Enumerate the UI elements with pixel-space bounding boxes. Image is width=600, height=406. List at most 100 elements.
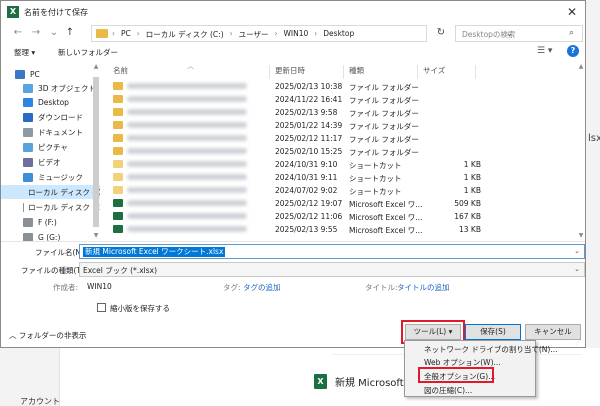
- close-button[interactable]: ✕: [561, 3, 583, 21]
- column-header-name[interactable]: 名前: [113, 63, 128, 79]
- nav-item-pc[interactable]: PC: [1, 67, 100, 81]
- file-type: ファイル フォルダー: [349, 83, 419, 92]
- chevron-down-icon[interactable]: ⌄: [574, 247, 580, 255]
- breadcrumb-win10[interactable]: WIN10: [283, 29, 308, 40]
- nav-item-drive-g[interactable]: G (G:): [1, 230, 100, 241]
- nav-item-3d-objects[interactable]: 3D オブジェクト: [1, 81, 100, 95]
- nav-pane-scrollbar[interactable]: ▲ ▼: [92, 63, 100, 241]
- shortcut-icon: [113, 173, 123, 181]
- scroll-up-icon[interactable]: ▲: [577, 63, 585, 70]
- file-type: Microsoft Excel ワ...: [349, 200, 423, 209]
- nav-item-desktop[interactable]: Desktop: [1, 95, 100, 109]
- pictures-icon: [23, 142, 33, 152]
- recent-locations-chevron-icon[interactable]: ⌄: [47, 26, 61, 40]
- file-row[interactable]: 2024/10/31 9:11 ショートカット 1 KB: [103, 171, 573, 184]
- file-name-blurred: [127, 161, 247, 167]
- save-thumbnail-checkbox[interactable]: [97, 303, 106, 312]
- dialog-toolbar: 整理 ▾ 新しいフォルダー ☰ ▾ ?: [1, 44, 585, 61]
- save-button[interactable]: 保存(S): [465, 324, 521, 340]
- filetype-select[interactable]: Excel ブック (*.xlsx) ⌄: [79, 262, 585, 277]
- nav-label: ローカル ディスク (C: [28, 187, 100, 197]
- shortcut-icon: [113, 160, 123, 168]
- organize-button[interactable]: 整理 ▾: [14, 47, 35, 58]
- forward-arrow-icon[interactable]: →: [29, 26, 43, 40]
- nav-item-videos[interactable]: ビデオ: [1, 155, 100, 169]
- new-folder-button[interactable]: 新しいフォルダー: [58, 47, 118, 58]
- file-row[interactable]: 2025/02/12 11:06 Microsoft Excel ワ... 167 …: [103, 210, 573, 223]
- file-row[interactable]: 2025/02/12 19:07 Microsoft Excel ワ... 509 …: [103, 197, 573, 210]
- nav-item-pictures[interactable]: ピクチャ: [1, 140, 100, 154]
- file-row[interactable]: 2024/10/31 9:10 ショートカット 1 KB: [103, 158, 573, 171]
- author-label: 作成者:: [53, 283, 79, 292]
- menu-item-map-network-drive[interactable]: ネットワーク ドライブの割り当て(N)...: [424, 344, 558, 355]
- file-type: ファイル フォルダー: [349, 96, 419, 105]
- folder-icon: [113, 108, 123, 116]
- column-divider[interactable]: [269, 65, 270, 79]
- file-modified: 2025/02/10 15:25: [275, 147, 343, 156]
- cancel-button[interactable]: キャンセル: [525, 324, 581, 340]
- column-header-type[interactable]: 種類: [349, 63, 364, 79]
- view-options-icon[interactable]: ☰ ▾: [537, 46, 552, 56]
- new-workbook-item[interactable]: X 新規 Microsoft: [314, 372, 404, 390]
- scroll-down-icon[interactable]: ▼: [577, 232, 585, 239]
- breadcrumb-local-disk[interactable]: ローカル ディスク (C:): [146, 29, 224, 40]
- search-placeholder: Desktopの検索: [462, 30, 516, 39]
- column-divider[interactable]: [343, 65, 344, 79]
- up-arrow-icon[interactable]: ↑: [63, 26, 77, 40]
- nav-item-local-disk-c[interactable]: ローカル ディスク (C: [1, 185, 100, 199]
- sort-chevron-up-icon: ︿: [187, 63, 194, 70]
- file-row[interactable]: 2025/01/22 14:39 ファイル フォルダー: [103, 119, 573, 132]
- file-row[interactable]: 2025/02/12 11:17 ファイル フォルダー: [103, 132, 573, 145]
- tags-link[interactable]: タグの追加: [243, 282, 281, 293]
- search-input[interactable]: Desktopの検索 ⌕: [455, 25, 583, 42]
- 3d-objects-icon: [23, 83, 33, 93]
- file-row[interactable]: 2025/02/10 15:25 ファイル フォルダー: [103, 145, 573, 158]
- nav-label: ピクチャ: [38, 142, 68, 152]
- file-name-blurred: [127, 135, 247, 141]
- file-list-scrollbar[interactable]: ▲ ▼: [577, 63, 585, 241]
- folder-icon: [113, 95, 123, 103]
- file-row[interactable]: 2025/02/13 9:55 Microsoft Excel ワ... 13 KB: [103, 223, 573, 236]
- breadcrumb-pc[interactable]: PC: [121, 29, 131, 40]
- filename-input[interactable]: 新規 Microsoft Excel ワークシート.xlsx ⌄: [79, 244, 585, 259]
- music-icon: [23, 172, 33, 182]
- refresh-icon[interactable]: ↻: [431, 26, 451, 40]
- file-name-blurred: [127, 213, 247, 219]
- file-row[interactable]: 2024/07/02 9:02 ショートカット 1 KB: [103, 184, 573, 197]
- scroll-down-icon[interactable]: ▼: [92, 232, 100, 239]
- hide-folders-button[interactable]: ︿ フォルダーの非表示: [9, 330, 86, 341]
- scrollbar-thumb[interactable]: [93, 77, 99, 227]
- column-divider[interactable]: [417, 65, 418, 79]
- chevron-down-icon[interactable]: ⌄: [574, 265, 580, 273]
- file-row[interactable]: 2025/02/13 10:38 ファイル フォルダー: [103, 80, 573, 93]
- help-icon[interactable]: ?: [567, 45, 579, 57]
- column-divider[interactable]: [475, 65, 476, 79]
- address-bar[interactable]: › PC › ローカル ディスク (C:) › ユーザー › WIN10 › D…: [91, 25, 513, 42]
- account-link[interactable]: アカウント: [20, 396, 60, 406]
- author-value[interactable]: WIN10: [87, 282, 112, 291]
- file-row[interactable]: 2024/11/22 16:41 ファイル フォルダー: [103, 93, 573, 106]
- nav-item-local-disk-e[interactable]: ローカル ディスク (E: [1, 200, 100, 214]
- back-arrow-icon[interactable]: ←: [11, 26, 25, 40]
- resize-grip-icon[interactable]: ⋰: [575, 339, 581, 346]
- menu-item-compress-pictures[interactable]: 図の圧縮(C)...: [424, 385, 472, 396]
- file-type: ショートカット: [349, 187, 402, 196]
- nav-item-documents[interactable]: ドキュメント: [1, 125, 100, 139]
- file-type: ショートカット: [349, 174, 402, 183]
- file-modified: 2025/02/13 9:55: [275, 225, 338, 234]
- scroll-up-icon[interactable]: ▲: [92, 63, 100, 70]
- file-row[interactable]: 2025/02/13 9:58 ファイル フォルダー: [103, 106, 573, 119]
- column-header-size[interactable]: サイズ: [423, 63, 445, 79]
- nav-label: PC: [30, 69, 40, 79]
- breadcrumb-sep: ›: [314, 29, 318, 38]
- nav-item-music[interactable]: ミュージック: [1, 170, 100, 184]
- nav-label: ダウンロード: [38, 112, 83, 122]
- column-header-modified[interactable]: 更新日時: [275, 63, 305, 79]
- excel-icon: [113, 225, 123, 233]
- title-link[interactable]: タイトルの追加: [397, 282, 450, 293]
- file-size: 1 KB: [463, 160, 481, 169]
- nav-item-drive-f[interactable]: F (F:): [1, 215, 100, 229]
- nav-item-downloads[interactable]: ダウンロード: [1, 110, 100, 124]
- breadcrumb-desktop[interactable]: Desktop: [323, 29, 354, 40]
- breadcrumb-users[interactable]: ユーザー: [239, 29, 269, 40]
